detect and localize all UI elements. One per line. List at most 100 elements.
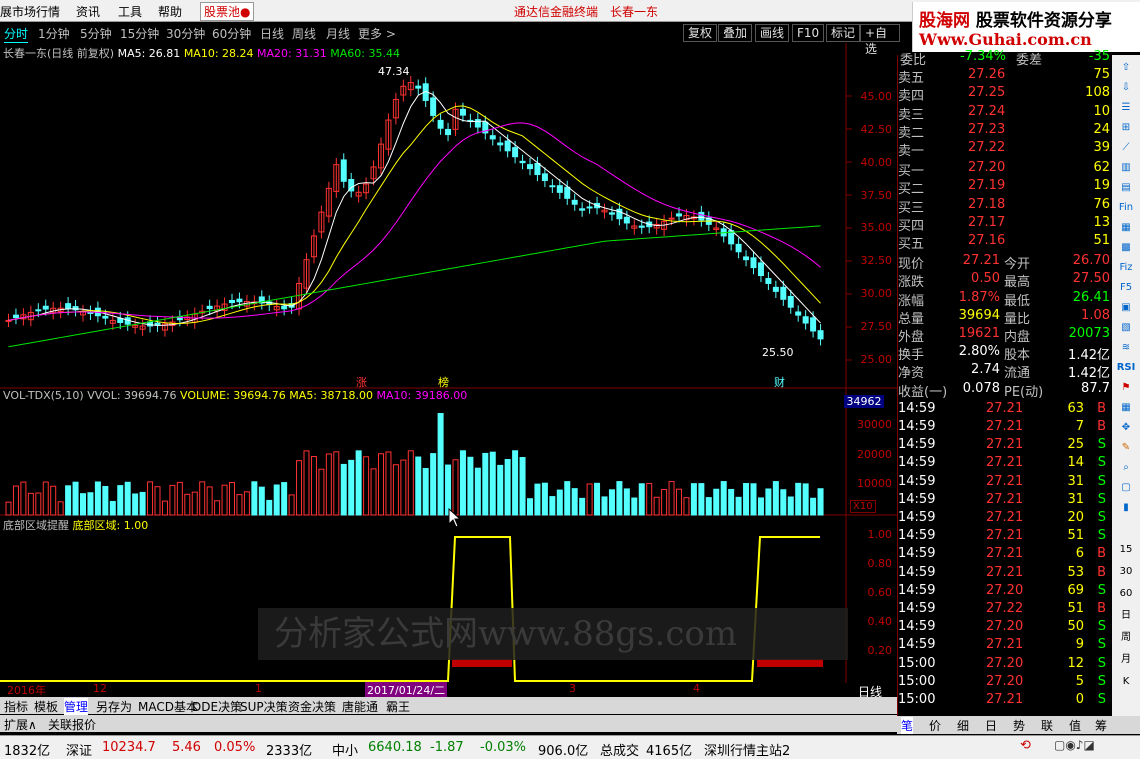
volume-bar [467,456,474,516]
draw-line-button[interactable]: 画线 [755,24,790,42]
period-tab-more[interactable]: 更多 > [358,25,396,42]
tick-time: 14:59 [898,455,936,471]
ask-volume: 24 [1093,121,1110,137]
fiz-icon[interactable]: Fiz [1116,259,1136,277]
tab-chips[interactable]: 筹 [1095,717,1107,734]
period-30-button[interactable]: 30 [1116,563,1136,581]
tab-indicator[interactable]: 指标 [4,698,28,715]
ask-row: 卖五 27.26 75 [898,67,1112,86]
period-week-button[interactable]: 周 [1116,629,1136,647]
tick-row: 14:59 27.21 63 B [898,401,1112,419]
marker-zhang[interactable]: 涨 [356,374,367,390]
tick-row: 14:59 27.21 31 S [898,474,1112,492]
status-icons[interactable]: ▢◉♪◪ [1054,738,1095,752]
stat-row: 收益(一) 0.078 PE(动) 87.7 [898,380,1112,400]
window-icon[interactable]: ▣ [1116,299,1136,317]
tab-dde[interactable]: DDE决策 [192,698,242,715]
period-tab-5min[interactable]: 5分钟 [80,25,112,42]
tab-link[interactable]: 联 [1041,717,1053,734]
restore-right-button[interactable]: 复权 [683,24,718,42]
period-tab-30min[interactable]: 30分钟 [166,25,205,42]
wave-icon[interactable]: ≋ [1116,339,1136,357]
pen-icon[interactable]: ✎ [1116,439,1136,457]
marker-cai[interactable]: 财 [774,374,785,390]
stat-label: 流通 [1004,366,1031,382]
menu-tools[interactable]: 工具 [118,3,142,20]
menu-market[interactable]: 展市场行情 [0,3,60,20]
tab-tick[interactable]: 笔 [901,717,914,734]
volume-bar [787,496,794,516]
indicator-legend: 底部区域提醒 底部区域: 1.00 [3,517,148,533]
period-60-button[interactable]: 60 [1116,585,1136,603]
time-label: 2016年 [7,684,46,697]
tab-expand[interactable]: 扩展∧ [4,716,37,733]
rsi-icon[interactable]: RSI [1116,359,1136,377]
volume-bar [348,459,355,516]
flag-icon[interactable]: ⚑ [1116,379,1136,397]
period-tab-fenshi[interactable]: 分时 [4,25,29,43]
period-month-button[interactable]: 月 [1116,651,1136,669]
candle [117,318,124,323]
tab-day[interactable]: 日 [985,717,997,734]
overlay-button[interactable]: 叠加 [718,24,753,42]
tab-bawang[interactable]: 霸王 [386,698,410,715]
f10-button[interactable]: F10 [792,24,825,42]
period-15-button[interactable]: 15 [1116,541,1136,559]
period-tab-60min[interactable]: 60分钟 [212,25,251,42]
candle [802,316,809,324]
period-tab-1min[interactable]: 1分钟 [38,25,70,42]
tab-price[interactable]: 价 [929,717,941,734]
tab-manage[interactable]: 管理 [64,698,89,715]
volume-bar [728,488,735,516]
tab-fund[interactable]: 资金决策 [288,698,336,715]
period-tab-week[interactable]: 周线 [292,25,316,42]
tab-related-quotes[interactable]: 关联报价 [48,716,96,733]
tab-template[interactable]: 模板 [34,698,58,715]
volume-bar [117,485,124,516]
stock-pool-button[interactable]: 股票池● [200,2,255,21]
tab-saveas[interactable]: 另存为 [96,698,132,715]
menu-news[interactable]: 资讯 [76,3,100,20]
bid-label: 买一 [898,164,925,180]
minute-chart-icon[interactable]: ▢ [1116,479,1136,497]
tab-tangnengtong[interactable]: 唐能通 [342,698,378,715]
notes-icon[interactable]: ▧ [1116,319,1136,337]
status-item: -1.87 [430,740,464,755]
move-icon[interactable]: ✥ [1116,419,1136,437]
table-icon[interactable]: ▦ [1116,399,1136,417]
fin-icon[interactable]: Fin [1116,199,1136,217]
candle [698,211,705,221]
volume-bar [72,481,79,516]
arrow-up-icon[interactable]: ⇧ [1116,59,1136,77]
add-favorite-button[interactable]: +自选 [860,24,900,56]
magnifier-icon[interactable]: ⌕ [1116,459,1136,477]
chart-area[interactable] [0,43,897,683]
tick-direction: S [1097,637,1106,653]
kline-button[interactable]: K [1116,673,1136,691]
kline-icon[interactable]: ▥ [1116,159,1136,177]
f5-icon[interactable]: F5 [1116,279,1136,297]
tab-sup[interactable]: SUP决策 [240,698,288,715]
period-day-button[interactable]: 日 [1116,607,1136,625]
candle-icon[interactable]: ▮ [1116,499,1136,517]
period-tab-day[interactable]: 日线 [260,25,284,42]
grid-icon[interactable]: ▩ [1116,239,1136,257]
line-chart-icon[interactable]: ⟋ [1116,139,1136,157]
tab-value[interactable]: 值 [1069,717,1081,734]
stat-value: 0.078 [962,380,1000,396]
menu-help[interactable]: 帮助 [158,3,182,20]
arrow-down-icon[interactable]: ⇩ [1116,79,1136,97]
list-icon[interactable]: ☰ [1116,99,1136,117]
period-tab-month[interactable]: 月线 [326,25,350,42]
marker-bang[interactable]: 榜 [438,374,449,390]
period-tab-15min[interactable]: 15分钟 [120,25,159,42]
multi-chart-icon[interactable]: ▤ [1116,179,1136,197]
guhai-logo: 股海网 股票软件资源分享 Www.Guhai.com.cn [912,2,1140,52]
mark-button[interactable]: 标记 [826,24,861,42]
refresh-icon[interactable]: ⟲ [1020,738,1031,753]
compare-icon[interactable]: ⊞ [1116,119,1136,137]
tab-macd[interactable]: MACD基本 [138,698,198,715]
panel-icon[interactable]: ▦ [1116,219,1136,237]
tab-trend[interactable]: 势 [1013,717,1025,734]
tab-detail[interactable]: 细 [957,717,969,734]
